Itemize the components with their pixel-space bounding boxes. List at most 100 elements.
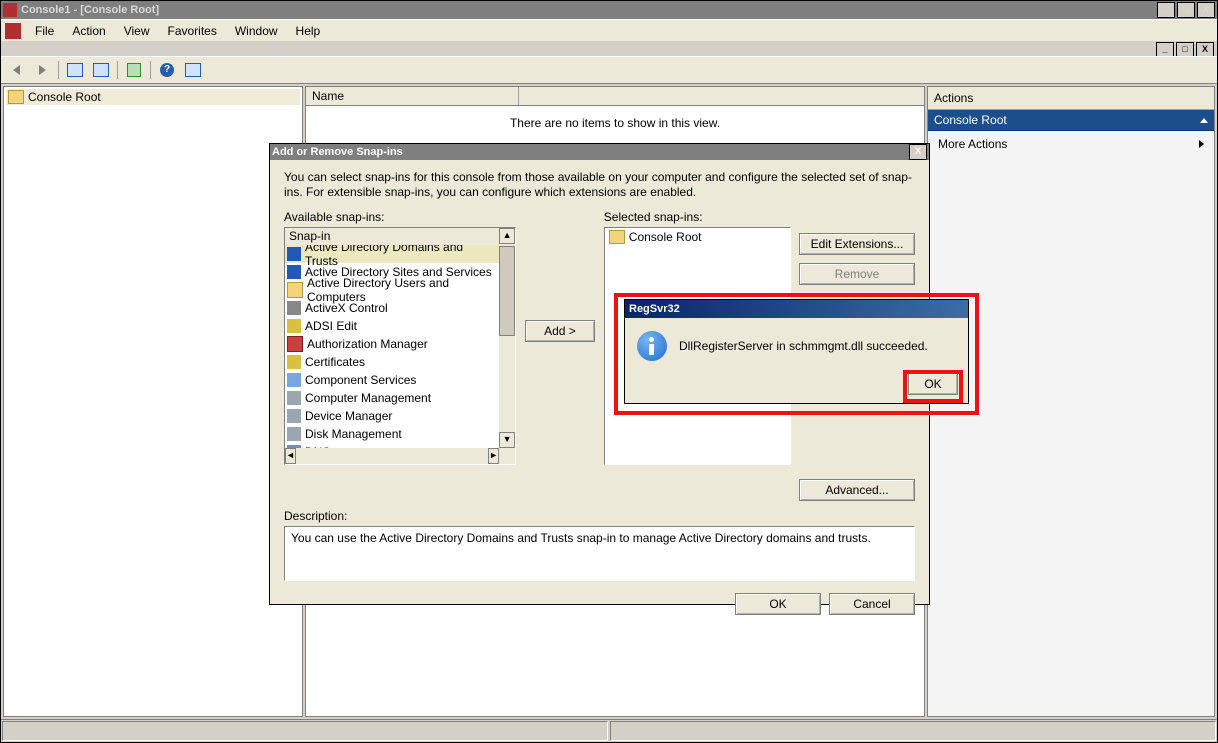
main-window-title: Console1 - [Console Root] <box>21 4 159 16</box>
actions-pane: Actions Console Root More Actions <box>927 86 1215 717</box>
regsvr32-dialog: RegSvr32 DllRegisterServer in schmmgmt.d… <box>624 299 969 404</box>
folder-icon <box>609 230 625 244</box>
description-text: You can use the Active Directory Domains… <box>284 526 915 581</box>
regsvr32-titlebar[interactable]: RegSvr32 <box>625 300 968 318</box>
list-item[interactable]: Active Directory Domains and Trusts <box>285 245 499 263</box>
regsvr32-message: DllRegisterServer in schmmgmt.dll succee… <box>679 339 928 353</box>
actions-section-header[interactable]: Console Root <box>928 110 1214 131</box>
remove-button[interactable]: Remove <box>799 263 915 285</box>
list-item[interactable]: ADSI Edit <box>285 317 499 335</box>
snapin-icon <box>287 391 301 405</box>
toolbar: ? <box>1 56 1217 83</box>
help-button[interactable]: ? <box>155 58 179 82</box>
tree-item-label: Console Root <box>28 90 101 104</box>
scroll-left-button[interactable]: ◄ <box>285 448 296 464</box>
statusbar-cell <box>2 721 608 741</box>
show-hide-console-button[interactable] <box>89 58 113 82</box>
list-item[interactable]: Active Directory Users and Computers <box>285 281 499 299</box>
scroll-down-button[interactable]: ▼ <box>499 432 515 448</box>
help-icon: ? <box>160 63 174 77</box>
snapin-icon <box>287 336 303 352</box>
statusbar <box>1 719 1217 742</box>
selected-snapins-label: Selected snap-ins: <box>604 210 791 224</box>
mmc-app-icon <box>3 3 17 17</box>
scroll-right-button[interactable]: ► <box>488 448 499 464</box>
chevron-right-icon <box>1199 140 1204 148</box>
more-actions-item[interactable]: More Actions <box>928 131 1214 157</box>
main-titlebar[interactable]: Console1 - [Console Root] _ □ X <box>1 1 1217 19</box>
tree-item-console-root[interactable]: Console Root <box>6 89 300 105</box>
export-list-button[interactable] <box>122 58 146 82</box>
column-name[interactable]: Name <box>306 87 519 105</box>
mmc-doc-icon <box>5 23 21 39</box>
scroll-up-button[interactable]: ▲ <box>499 228 515 244</box>
snapin-cancel-button[interactable]: Cancel <box>829 593 915 615</box>
minimize-button[interactable]: _ <box>1157 2 1175 18</box>
snapin-intro-text: You can select snap-ins for this console… <box>284 170 915 200</box>
snapin-icon <box>287 373 301 387</box>
maximize-button[interactable]: □ <box>1177 2 1195 18</box>
snapin-dialog-title: Add or Remove Snap-ins <box>272 146 907 158</box>
info-icon <box>637 331 667 361</box>
snapin-icon <box>287 355 301 369</box>
panes-icon <box>67 63 83 77</box>
list-item-label: Component Services <box>305 373 416 387</box>
scroll-track[interactable] <box>499 244 515 432</box>
snapin-icon <box>287 319 301 333</box>
snapin-dialog-titlebar[interactable]: Add or Remove Snap-ins X <box>270 144 929 160</box>
advanced-button[interactable]: Advanced... <box>799 479 915 501</box>
menu-window[interactable]: Window <box>227 22 286 40</box>
menubar: File Action View Favorites Window Help <box>1 19 1217 41</box>
vertical-scrollbar[interactable]: ▲ ▼ <box>499 228 515 448</box>
scope-tree-pane[interactable]: Console Root <box>3 86 303 717</box>
arrow-right-icon <box>39 65 46 75</box>
export-icon <box>127 63 141 77</box>
close-button[interactable]: X <box>1197 2 1215 18</box>
list-item-label: Computer Management <box>305 391 431 405</box>
more-actions-label: More Actions <box>938 137 1007 151</box>
arrow-left-icon <box>13 65 20 75</box>
actions-pane-header: Actions <box>928 87 1214 110</box>
actions-section-title: Console Root <box>934 113 1007 127</box>
result-list-header[interactable]: Name <box>306 87 924 106</box>
horizontal-scrollbar[interactable]: ◄ ► <box>285 448 499 464</box>
list-item-label: Active Directory Users and Computers <box>307 276 497 304</box>
menu-favorites[interactable]: Favorites <box>160 22 225 40</box>
snapin-icon <box>287 427 301 441</box>
list-item-label: ActiveX Control <box>305 301 388 315</box>
snapin-icon <box>287 247 301 261</box>
snapin-icon <box>287 409 301 423</box>
scroll-thumb[interactable] <box>499 246 515 336</box>
edit-extensions-button[interactable]: Edit Extensions... <box>799 233 915 255</box>
available-snapins-label: Available snap-ins: <box>284 210 516 224</box>
available-snapins-list[interactable]: Snap-in Active Directory Domains and Tru… <box>284 227 516 465</box>
menu-action[interactable]: Action <box>64 22 113 40</box>
new-window-button[interactable] <box>181 58 205 82</box>
snapin-close-button[interactable]: X <box>909 144 927 160</box>
column-snapin[interactable]: Snap-in <box>285 228 515 245</box>
collapse-icon <box>1200 118 1208 123</box>
list-item[interactable]: Authorization Manager <box>285 335 499 353</box>
list-item[interactable]: Disk Management <box>285 425 499 443</box>
add-button[interactable]: Add > <box>525 320 595 342</box>
back-button[interactable] <box>4 58 28 82</box>
regsvr32-title: RegSvr32 <box>629 303 680 315</box>
menu-file[interactable]: File <box>27 22 62 40</box>
scroll-track[interactable] <box>296 448 488 464</box>
list-item-label: Authorization Manager <box>307 337 428 351</box>
menu-view[interactable]: View <box>116 22 158 40</box>
list-item-label: Device Manager <box>305 409 392 423</box>
list-item[interactable]: Device Manager <box>285 407 499 425</box>
regsvr32-ok-button[interactable]: OK <box>908 373 958 395</box>
statusbar-cell <box>610 721 1216 741</box>
show-hide-tree-button[interactable] <box>63 58 87 82</box>
snapin-ok-button[interactable]: OK <box>735 593 821 615</box>
list-item[interactable]: Component Services <box>285 371 499 389</box>
list-item-label: ADSI Edit <box>305 319 357 333</box>
forward-button[interactable] <box>30 58 54 82</box>
list-item[interactable]: Certificates <box>285 353 499 371</box>
menu-help[interactable]: Help <box>288 22 329 40</box>
list-item[interactable]: Console Root <box>605 228 790 246</box>
description-label: Description: <box>284 509 915 523</box>
list-item[interactable]: Computer Management <box>285 389 499 407</box>
